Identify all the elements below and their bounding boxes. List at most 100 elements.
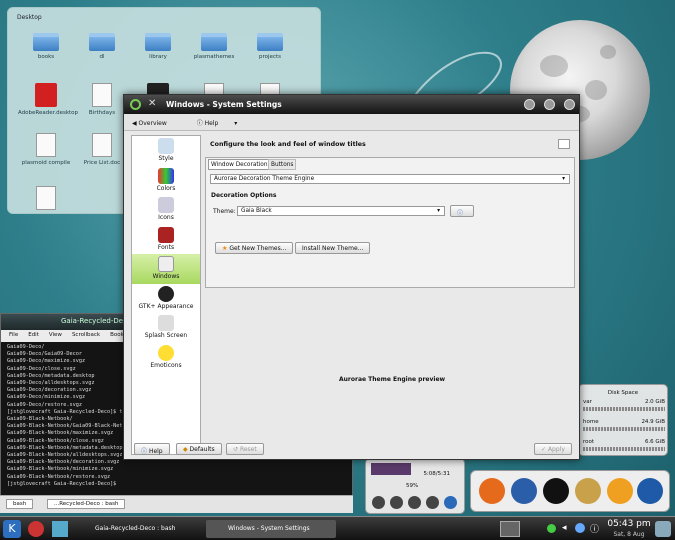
thunderbird-icon[interactable] (511, 478, 537, 504)
engine-select[interactable]: Aurorae Decoration Theme Engine ▾ (210, 174, 570, 184)
app-menu-icon[interactable] (130, 99, 141, 110)
system-settings-window[interactable]: ✕ Windows - System Settings ◀ Overview ⓘ… (123, 94, 580, 460)
overview-button[interactable]: ◀ Overview (132, 120, 181, 127)
terminal-line: Gaia09-Black-Netbook/minimize.svgz (7, 466, 114, 473)
settings-sidebar: Style Colors Icons Fonts Windows GTK+ Ap… (131, 135, 201, 455)
clock-time[interactable]: 05:43 pm (606, 519, 652, 529)
pager-icon[interactable] (500, 521, 520, 537)
minimize-icon[interactable] (524, 99, 535, 110)
volume-icon[interactable]: ◂ (562, 523, 567, 533)
defaults-button[interactable]: ◆ Defaults (176, 443, 222, 455)
help-icon: ⓘ (141, 448, 148, 455)
disk-row-root: root 6.6 GiB (583, 439, 665, 451)
sidebar-item-icons[interactable]: Icons (132, 195, 200, 225)
status-icon[interactable] (547, 524, 556, 533)
window-titlebar[interactable]: ✕ Windows - System Settings (124, 95, 579, 114)
maximize-icon[interactable] (544, 99, 555, 110)
pause-icon[interactable] (390, 496, 403, 509)
inkscape-icon[interactable] (543, 478, 569, 504)
desktop-icon-doc[interactable] (18, 186, 74, 213)
icons-icon (158, 197, 174, 213)
close-icon[interactable] (564, 99, 575, 110)
konsole-tabbar: bash ...Recycled-Deco : bash (0, 495, 353, 513)
tab-window-decoration[interactable]: Window Decoration (208, 159, 271, 170)
theme-info-button[interactable]: ⓘ (450, 205, 474, 217)
document-icon (92, 83, 112, 107)
desktop-icon-dl[interactable]: dl (74, 33, 130, 60)
disk-row-var: var 2.0 GiB (583, 399, 665, 411)
folder-icon (89, 33, 115, 51)
menu-edit[interactable]: Edit (28, 332, 39, 338)
tab-buttons[interactable]: Buttons (268, 159, 297, 170)
colors-icon (158, 167, 174, 184)
task-system-settings[interactable]: Windows - System Settings (206, 520, 336, 538)
sidebar-item-windows[interactable]: Windows (132, 254, 200, 284)
reset-button[interactable]: ↺ Reset (226, 443, 264, 455)
apply-button[interactable]: ✓ Apply (534, 443, 572, 455)
task-terminal[interactable]: Gaia-Recycled-Deco : bash (73, 520, 203, 538)
defaults-icon: ◆ (183, 446, 188, 453)
star-icon: ★ (222, 245, 228, 252)
sidebar-item-style[interactable]: Style (132, 136, 200, 166)
desktop-icon-plasmoid-compile[interactable]: plasmoid compile (18, 133, 74, 166)
media-controls (372, 496, 462, 510)
folder-icon (145, 33, 171, 51)
cashew-icon[interactable] (655, 521, 671, 537)
terminal-line: [jst@lovecraft Gaia-Recycled-Deco]$ (7, 480, 120, 487)
desktop-icon-price-list[interactable]: Price List.doc (74, 133, 130, 166)
desktop-icon-birthdays[interactable]: Birthdays (74, 83, 130, 116)
desktop-icon-library[interactable]: library (130, 33, 186, 60)
notifications-icon[interactable]: ⓘ (590, 522, 599, 535)
gimp-icon[interactable] (575, 478, 601, 504)
disk-space-title: Disk Space (607, 390, 639, 396)
firefox-icon[interactable] (479, 478, 505, 504)
window-toolbar: ◀ Overview ⓘ Help ▾ (124, 114, 579, 131)
install-new-theme-button[interactable]: Install New Theme... (295, 242, 371, 254)
folder-icon (33, 33, 59, 51)
desktop-icon-projects[interactable]: projects (242, 33, 298, 60)
player-app-icon[interactable] (444, 496, 457, 509)
network-icon[interactable] (575, 523, 585, 533)
desktop-icon-plasmathemes[interactable]: plasmathemes (186, 33, 242, 60)
blender-icon[interactable] (607, 478, 633, 504)
help-button[interactable]: ⓘ Help ▾ (197, 120, 238, 127)
konsole-tab-bash[interactable]: bash (6, 499, 34, 509)
info-icon: ⓘ (457, 210, 464, 217)
help-footer-button[interactable]: ⓘ Help (134, 443, 170, 455)
emoticons-icon (158, 344, 174, 361)
sidebar-item-gtk[interactable]: GTK+ Appearance (132, 284, 200, 314)
document-icon (92, 133, 112, 157)
album-art (371, 463, 411, 475)
decoration-options-label: Decoration Options (211, 192, 277, 199)
quicklaunch-widget (470, 470, 670, 512)
menu-file[interactable]: File (9, 332, 18, 338)
konsole-tab-deco[interactable]: ...Recycled-Deco : bash (46, 499, 126, 509)
sidebar-item-splash[interactable]: Splash Screen (132, 313, 200, 343)
menu-scrollback[interactable]: Scrollback (72, 332, 100, 338)
page-heading: Configure the look and feel of window ti… (210, 141, 366, 148)
pdf-icon (35, 83, 57, 107)
sidebar-item-colors[interactable]: Colors (132, 166, 200, 196)
previous-icon[interactable] (372, 496, 385, 509)
get-new-themes-button[interactable]: ★ Get New Themes... (215, 242, 294, 254)
app-launcher-icon[interactable] (28, 521, 44, 537)
menu-view[interactable]: View (49, 332, 62, 338)
media-player-widget: 5:08/5:31 59% (365, 458, 465, 514)
stop-icon[interactable] (408, 496, 421, 509)
desktop-icon-adobereader[interactable]: AdobeReader.desktop (18, 83, 78, 116)
theme-select[interactable]: Gaia Black ▾ (237, 206, 445, 216)
desktop-icon-books[interactable]: books (18, 33, 74, 60)
decoration-panel: Window Decoration Buttons Aurorae Decora… (205, 157, 575, 288)
fonts-icon (158, 226, 174, 243)
sidebar-item-emoticons[interactable]: Emoticons (132, 343, 200, 373)
next-icon[interactable] (426, 496, 439, 509)
gtk-icon (158, 285, 174, 302)
disk-row-home: home 24.9 GiB (583, 419, 665, 431)
app-icon[interactable] (637, 478, 663, 504)
sidebar-item-fonts[interactable]: Fonts (132, 225, 200, 255)
folder-icon (201, 33, 227, 51)
star-launcher-icon[interactable] (52, 521, 68, 537)
document-icon (36, 133, 56, 157)
kickoff-menu-icon[interactable]: K (3, 520, 21, 538)
tools-icon: ✕ (148, 98, 157, 109)
